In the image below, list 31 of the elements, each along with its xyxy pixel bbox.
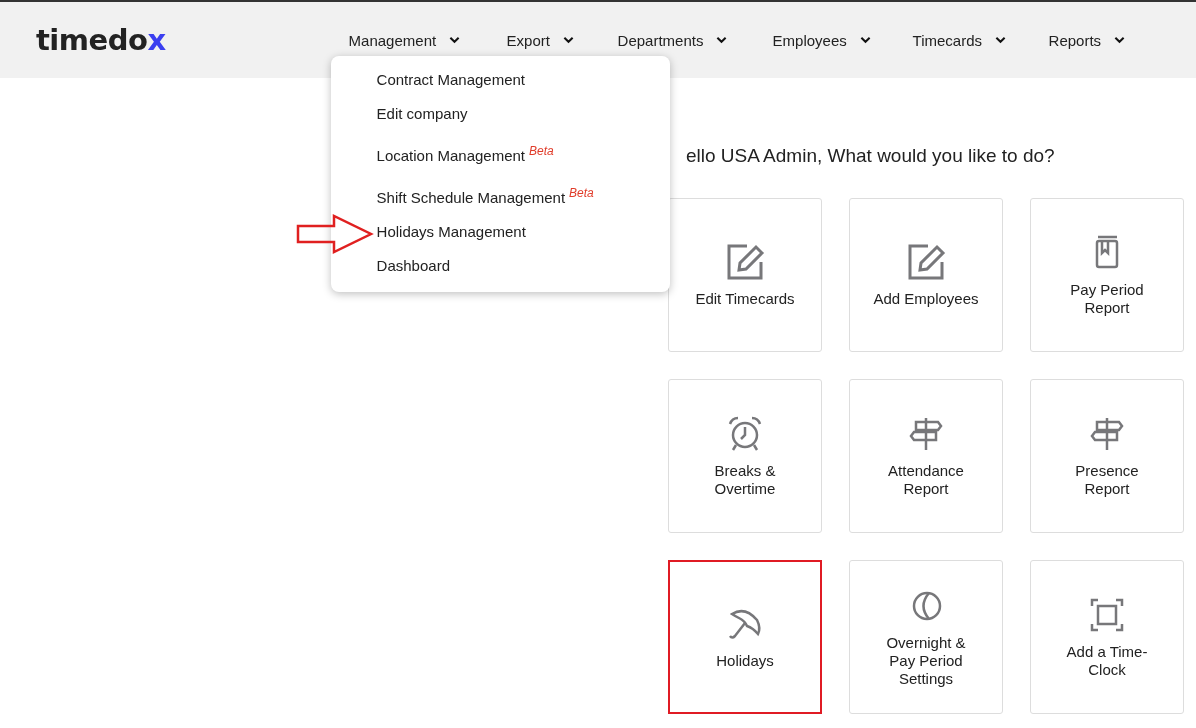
action-tile[interactable]: Pay Period Report bbox=[1030, 198, 1184, 352]
action-tile[interactable]: Overnight & Pay Period Settings bbox=[849, 560, 1003, 714]
nav-menu-item[interactable]: Export bbox=[506, 27, 574, 53]
dropdown-menu-item[interactable]: Dashboard bbox=[330, 247, 670, 282]
edit-icon bbox=[725, 242, 765, 282]
nav-menu-item[interactable]: Departments bbox=[617, 27, 728, 53]
chevron-down-icon bbox=[716, 36, 728, 44]
nav-menu-item[interactable]: Reports bbox=[1048, 27, 1126, 53]
action-tile[interactable]: Attendance Report bbox=[849, 379, 1003, 533]
nav-menu-item[interactable]: Timecards bbox=[912, 27, 1007, 53]
chevron-down-icon bbox=[995, 36, 1007, 44]
nav-menu-item[interactable]: Management bbox=[348, 27, 461, 53]
action-tile[interactable]: Add Employees bbox=[849, 198, 1003, 352]
chevron-down-icon bbox=[449, 36, 461, 44]
logo[interactable]: timedox bbox=[36, 25, 166, 55]
dropdown-menu-item[interactable]: Shift Schedule Management $^{Beta}$ bbox=[330, 171, 670, 214]
dropdown-menu-item[interactable]: Holidays Management bbox=[330, 213, 670, 248]
action-tile[interactable]: Add a Time-Clock bbox=[1030, 560, 1184, 714]
action-tile[interactable]: Presence Report bbox=[1030, 379, 1184, 533]
greeting-heading: ello USA Admin, What would you like to do? bbox=[685, 145, 1056, 167]
chevron-down-icon bbox=[562, 36, 574, 44]
dropdown-menu-item[interactable]: Location Management $^{Beta}$ bbox=[330, 129, 670, 172]
action-tile[interactable]: Breaks & Overtime bbox=[668, 379, 822, 533]
action-tile[interactable]: Edit Timecards bbox=[668, 198, 822, 352]
action-tile[interactable]: Holidays bbox=[668, 560, 822, 714]
nav-menu-item[interactable]: Employees bbox=[772, 27, 871, 53]
chevron-down-icon bbox=[1114, 36, 1126, 44]
dropdown-menu-item[interactable]: Contract Management bbox=[330, 61, 670, 96]
dropdown-menu-item[interactable]: Edit company bbox=[330, 95, 670, 130]
chevron-down-icon bbox=[859, 36, 871, 44]
edit-icon bbox=[906, 242, 946, 282]
